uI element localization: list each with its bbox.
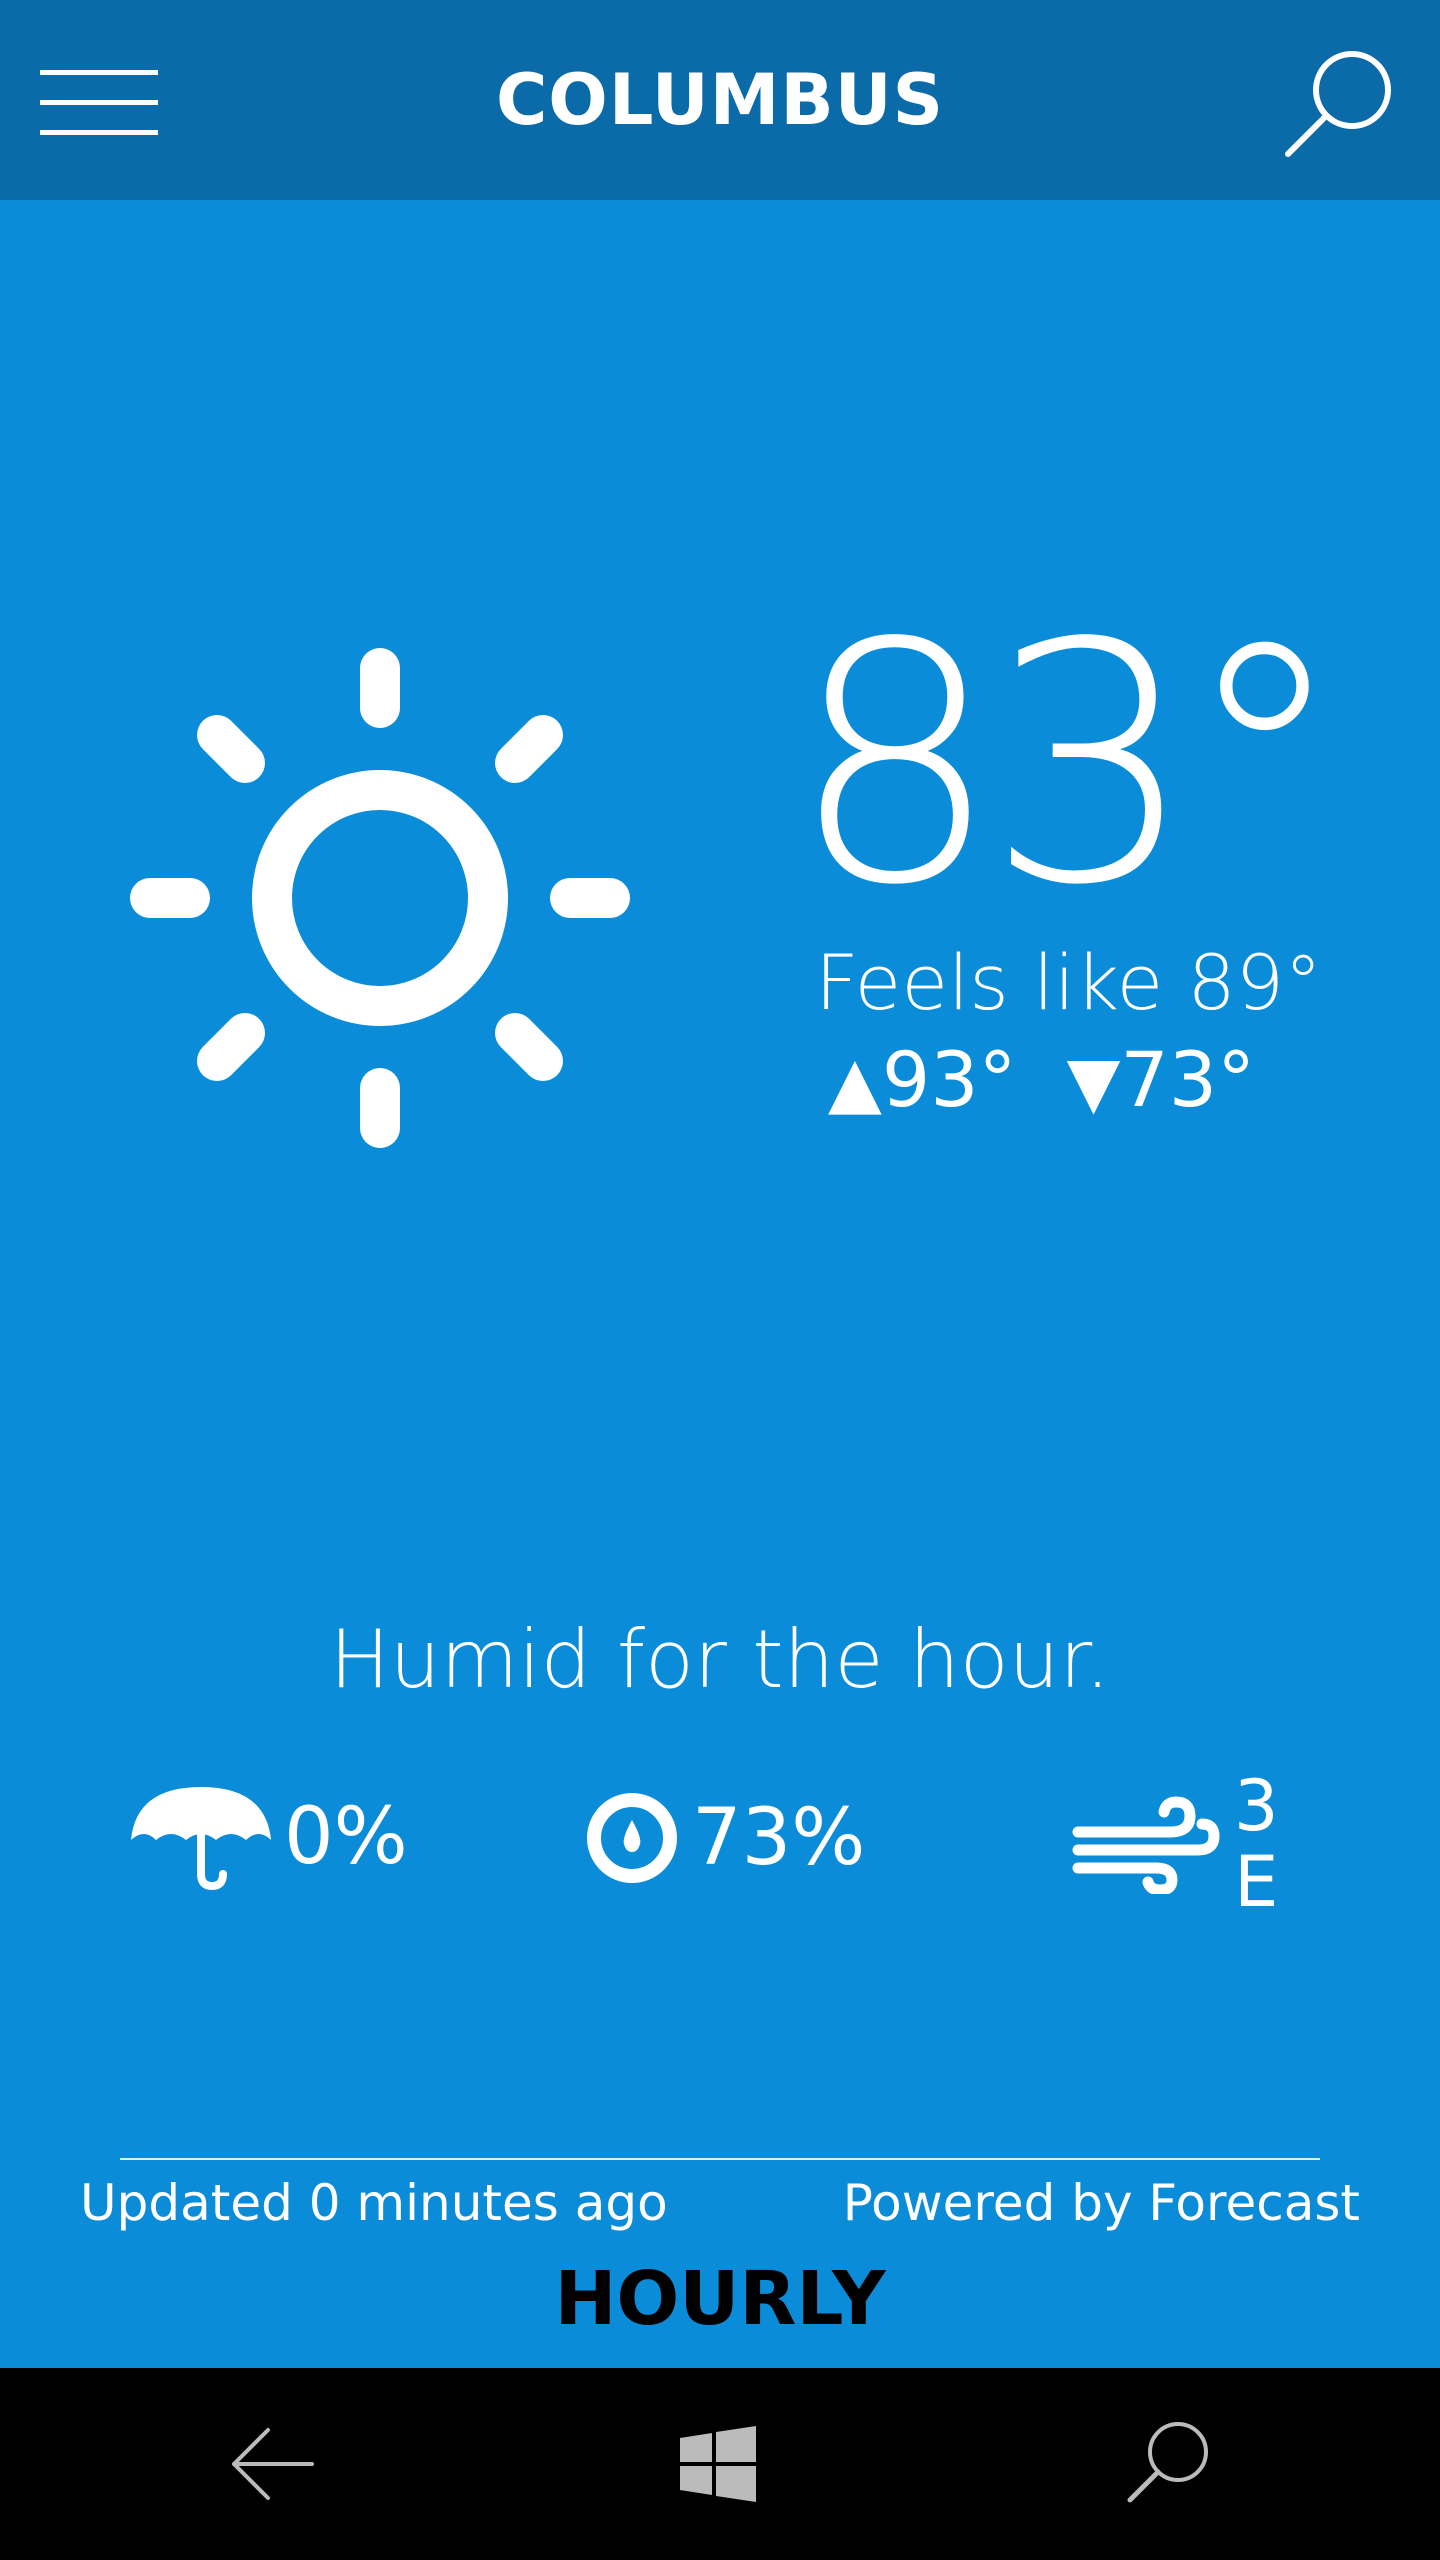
high-temperature: 93°	[881, 1035, 1017, 1124]
precipitation-value: 0%	[284, 1792, 408, 1882]
search-icon[interactable]	[1108, 2404, 1228, 2524]
high-low-temperatures: ▲93° ▼73°	[828, 1042, 1255, 1118]
wind-stat: 3 E	[1070, 1768, 1279, 1920]
windows-logo-icon[interactable]	[658, 2404, 778, 2524]
humidity-drop-icon	[587, 1793, 677, 1883]
feels-like-text: Feels like 89°	[815, 938, 1323, 1027]
low-temperature: 73°	[1120, 1035, 1256, 1124]
umbrella-icon	[131, 1787, 271, 1891]
current-temperature: 83°	[790, 573, 1347, 957]
wind-icon	[1072, 1796, 1220, 1894]
section-divider	[120, 2158, 1320, 2160]
triangle-up-icon: ▲	[828, 1041, 882, 1123]
search-icon[interactable]	[1280, 42, 1400, 162]
wind-readout: 3 E	[1234, 1768, 1279, 1920]
updated-text: Updated 0 minutes ago	[80, 2174, 668, 2232]
wind-speed: 3	[1234, 1765, 1279, 1847]
humidity-stat: 73%	[584, 1790, 865, 1886]
powered-by-link[interactable]: Powered by Forecast	[843, 2178, 1360, 2228]
system-navigation-bar	[0, 2368, 1440, 2560]
weather-summary: Humid for the hour.	[329, 1613, 1111, 1706]
humidity-value: 73%	[692, 1793, 866, 1883]
app-screen: COLUMBUS 83° Feels like 89° ▲93° ▼73° Hu…	[0, 0, 1440, 2560]
city-title: COLUMBUS	[495, 59, 945, 141]
precipitation-stat: 0%	[126, 1782, 408, 1892]
sun-icon	[130, 648, 630, 1148]
current-weather-panel: 83° Feels like 89° ▲93° ▼73° Humid for th…	[0, 200, 1440, 2368]
top-bar: COLUMBUS	[0, 0, 1440, 200]
triangle-down-icon: ▼	[1066, 1041, 1121, 1123]
wind-direction: E	[1234, 1841, 1279, 1923]
back-arrow-icon[interactable]	[212, 2404, 332, 2524]
hourly-section-header[interactable]: HOURLY	[0, 2262, 1440, 2336]
